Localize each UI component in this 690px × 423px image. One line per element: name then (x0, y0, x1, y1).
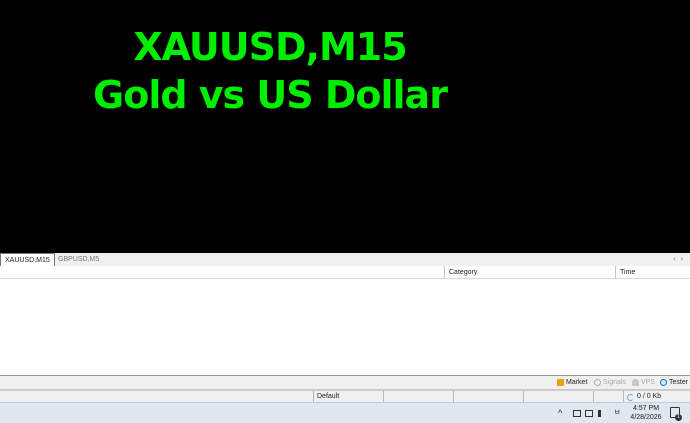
tab-tester[interactable]: Tester (660, 376, 688, 389)
column-header-category[interactable]: Category (444, 266, 615, 279)
chevron-right-icon[interactable]: › (681, 256, 688, 263)
tab-scroll-arrows: ‹› (673, 253, 688, 266)
toolbox-panel: Category Time (0, 266, 690, 376)
chart-window[interactable]: XAUUSD,M15 Gold vs US Dollar (0, 0, 690, 253)
column-header-name[interactable] (0, 266, 444, 279)
tray-device-icon[interactable] (573, 410, 581, 417)
clock-time: 4:57 PM (632, 405, 660, 412)
connection-icon (627, 393, 634, 401)
chevron-left-icon[interactable]: ‹ (673, 256, 680, 263)
column-header-time[interactable]: Time (615, 266, 690, 279)
tab-signals[interactable]: Signals (594, 376, 626, 389)
signals-icon (594, 379, 601, 386)
tab-vps[interactable]: VPS (632, 376, 655, 389)
market-bag-icon (557, 379, 564, 386)
tab-signals-label: Signals (603, 379, 626, 386)
tray-ime-indicator[interactable]: ㅂ (614, 403, 620, 423)
vps-cloud-icon (632, 379, 639, 386)
clock-date: 4/28/2026 (630, 414, 662, 421)
tray-volume-icon[interactable] (598, 410, 604, 417)
toolbox-tab-bar: Market Signals VPS Tester (0, 376, 690, 390)
windows-taskbar: ^ ㅂ 4:57 PM 4/28/2026 1 (0, 402, 690, 423)
tab-market[interactable]: Market (557, 376, 587, 389)
tab-market-label: Market (566, 379, 588, 386)
tab-tester-label: Tester (669, 379, 689, 386)
tab-vps-label: VPS (641, 379, 656, 386)
notification-count-badge: 1 (675, 414, 682, 421)
tray-network-icon[interactable] (585, 410, 593, 417)
chart-tab-xauusd-m15[interactable]: XAUUSD,M15 (0, 253, 55, 266)
chart-symbol-title: XAUUSD,M15 (133, 25, 407, 69)
taskbar-clock[interactable]: 4:57 PM 4/28/2026 (628, 404, 664, 422)
tester-icon (660, 379, 667, 386)
chart-tab-gbpusd-m5[interactable]: GBPUSD,M5 (54, 253, 103, 266)
chart-tab-bar: XAUUSD,M15 GBPUSD,M5 ‹› (0, 253, 690, 267)
chart-description-title: Gold vs US Dollar (93, 73, 448, 117)
tray-chevron-up-icon[interactable]: ^ (558, 403, 562, 423)
